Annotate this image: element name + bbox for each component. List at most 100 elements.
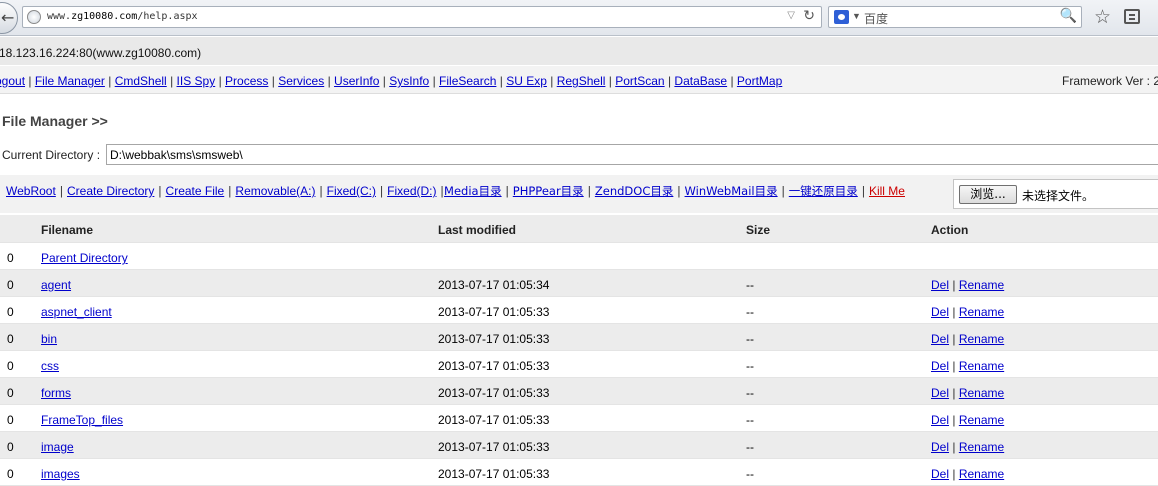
nav-portmap[interactable]: PortMap xyxy=(737,74,782,88)
nav-process[interactable]: Process xyxy=(225,74,268,88)
rename-link[interactable]: Rename xyxy=(959,305,1004,319)
del-link[interactable]: Del xyxy=(931,440,949,454)
actions: Del | Rename xyxy=(931,332,1004,346)
size: -- xyxy=(746,305,754,319)
size: -- xyxy=(746,332,754,346)
separator: | xyxy=(952,359,956,373)
nav-database[interactable]: DataBase xyxy=(674,74,727,88)
tool-restore-dir[interactable]: 一键还原目录 xyxy=(789,184,858,198)
folder-link[interactable]: bin xyxy=(41,332,57,346)
folder-link[interactable]: css xyxy=(41,359,59,373)
row-number: 0 xyxy=(7,332,14,346)
no-file-selected: 未选择文件。 xyxy=(1022,189,1095,203)
nav-sysinfo[interactable]: SysInfo xyxy=(389,74,429,88)
nav-logout[interactable]: ogout xyxy=(0,74,25,88)
search-bar[interactable]: ▼ 百度 🔍 xyxy=(828,6,1082,28)
actions: Del | Rename xyxy=(931,386,1004,400)
tool-winwebmail-dir[interactable]: WinWebMail目录 xyxy=(685,184,778,198)
del-link[interactable]: Del xyxy=(931,386,949,400)
nav-services[interactable]: Services xyxy=(278,74,324,88)
row-number: 0 xyxy=(7,440,14,454)
nav-file-manager[interactable]: File Manager xyxy=(35,74,105,88)
table-row: 0 aspnet_client 2013-07-17 01:05:33 -- Del |… xyxy=(0,297,1158,324)
row-number: 0 xyxy=(7,305,14,319)
rename-link[interactable]: Rename xyxy=(959,386,1004,400)
del-link[interactable]: Del xyxy=(931,332,949,346)
table-header: Filename Last modified Size Action xyxy=(0,215,1158,243)
history-dropdown-icon[interactable]: ▽ xyxy=(787,10,795,21)
tool-phppear-dir[interactable]: PHPPear目录 xyxy=(513,184,584,198)
baidu-paw-icon[interactable] xyxy=(834,10,849,24)
last-modified: 2013-07-17 01:05:33 xyxy=(438,440,550,454)
del-link[interactable]: Del xyxy=(931,467,949,481)
tool-zenddoc-dir[interactable]: ZendDOC目录 xyxy=(595,184,673,198)
server-info-text: 18.123.16.224:80(www.zg10080.com) xyxy=(0,46,202,60)
nav-userinfo[interactable]: UserInfo xyxy=(334,74,379,88)
rename-link[interactable]: Rename xyxy=(959,332,1004,346)
actions: Del | Rename xyxy=(931,278,1004,292)
folder-link[interactable]: agent xyxy=(41,278,71,292)
tool-drive-c[interactable]: Fixed(C:) xyxy=(327,184,376,198)
del-link[interactable]: Del xyxy=(931,359,949,373)
table-row: 0 bin 2013-07-17 01:05:33 -- Del | Rename xyxy=(0,324,1158,351)
current-directory-label: Current Directory : xyxy=(2,148,101,162)
folder-link[interactable]: FrameTop_files xyxy=(41,413,123,427)
reload-icon[interactable]: ↻ xyxy=(803,8,815,24)
file-table: Filename Last modified Size Action 0 Par… xyxy=(0,215,1158,486)
folder-link[interactable]: images xyxy=(41,467,80,481)
bookmarks-menu-icon[interactable] xyxy=(1124,9,1140,24)
tool-create-file[interactable]: Create File xyxy=(166,184,225,198)
page-title: File Manager >> xyxy=(2,113,108,129)
parent-directory-link[interactable]: Parent Directory xyxy=(41,251,128,265)
nav-regshell[interactable]: RegShell xyxy=(557,74,606,88)
col-filename: Filename xyxy=(41,223,94,237)
rename-link[interactable]: Rename xyxy=(959,278,1004,292)
tool-drive-a[interactable]: Removable(A:) xyxy=(235,184,315,198)
nav-iis-spy[interactable]: IIS Spy xyxy=(177,74,216,88)
search-placeholder: 百度 xyxy=(864,12,889,26)
search-icon[interactable]: 🔍 xyxy=(1060,8,1077,24)
back-button[interactable]: ← xyxy=(0,2,18,34)
back-arrow-icon: ← xyxy=(1,8,15,27)
tool-media-dir[interactable]: Media目录 xyxy=(444,184,502,198)
del-link[interactable]: Del xyxy=(931,305,949,319)
nav-su-exp[interactable]: SU Exp xyxy=(506,74,547,88)
address-bar[interactable]: www.zg10080.com/help.aspx ▽ ↻ xyxy=(22,6,822,28)
main-nav: ogout | File Manager | CmdShell | IIS Sp… xyxy=(0,66,1158,94)
size: -- xyxy=(746,278,754,292)
folder-link[interactable]: image xyxy=(41,440,74,454)
folder-link[interactable]: forms xyxy=(41,386,71,400)
rename-link[interactable]: Rename xyxy=(959,359,1004,373)
last-modified: 2013-07-17 01:05:33 xyxy=(438,386,550,400)
del-link[interactable]: Del xyxy=(931,413,949,427)
separator: | xyxy=(952,440,956,454)
rename-link[interactable]: Rename xyxy=(959,440,1004,454)
nav-filesearch[interactable]: FileSearch xyxy=(439,74,496,88)
actions: Del | Rename xyxy=(931,467,1004,481)
table-row: 0 agent 2013-07-17 01:05:34 -- Del | Rename xyxy=(0,270,1158,297)
browse-button[interactable]: 浏览... xyxy=(959,185,1017,204)
tool-links: WebRoot | Create Directory | Create File… xyxy=(6,184,905,198)
col-action: Action xyxy=(931,223,969,237)
framework-version: Framework Ver : 2 xyxy=(1062,74,1158,88)
separator: | xyxy=(952,278,956,292)
tool-create-directory[interactable]: Create Directory xyxy=(67,184,154,198)
rename-link[interactable]: Rename xyxy=(959,413,1004,427)
nav-portscan[interactable]: PortScan xyxy=(615,74,664,88)
nav-cmdshell[interactable]: CmdShell xyxy=(115,74,167,88)
rename-link[interactable]: Rename xyxy=(959,467,1004,481)
nav-links: ogout | File Manager | CmdShell | IIS Sp… xyxy=(0,74,782,88)
kill-me-link[interactable]: Kill Me xyxy=(869,184,905,198)
last-modified: 2013-07-17 01:05:33 xyxy=(438,305,550,319)
folder-link[interactable]: aspnet_client xyxy=(41,305,112,319)
bookmark-star-icon[interactable]: ☆ xyxy=(1094,6,1111,28)
current-directory-input[interactable] xyxy=(106,144,1158,165)
del-link[interactable]: Del xyxy=(931,278,949,292)
url-prefix: www. xyxy=(47,11,72,22)
server-info-bar: 18.123.16.224:80(www.zg10080.com) xyxy=(0,37,1158,65)
tool-webroot[interactable]: WebRoot xyxy=(6,184,56,198)
col-last-modified: Last modified xyxy=(438,223,517,237)
engine-dropdown-icon[interactable]: ▼ xyxy=(852,11,861,21)
tool-drive-d[interactable]: Fixed(D:) xyxy=(387,184,436,198)
row-number: 0 xyxy=(7,413,14,427)
